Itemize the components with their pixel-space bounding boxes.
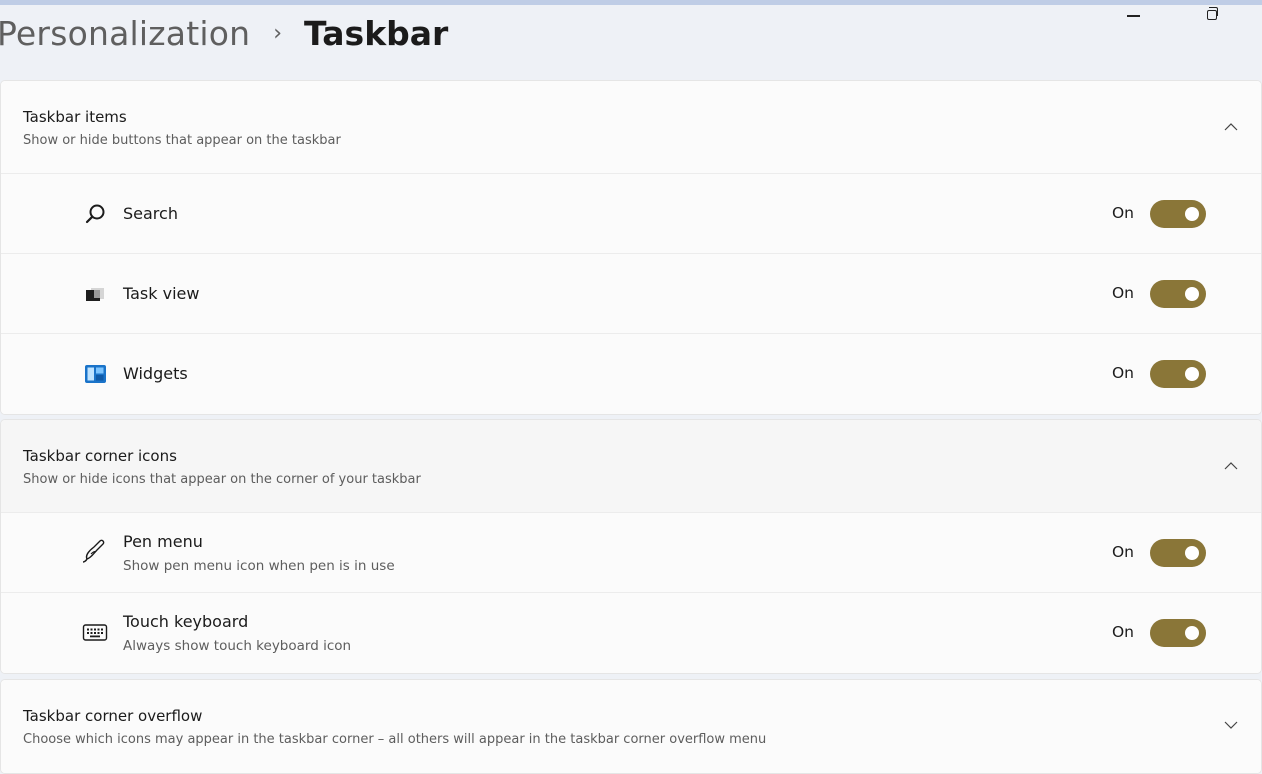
task-view-label: Task view [123, 284, 200, 303]
breadcrumb-separator: › [273, 20, 283, 46]
widgets-toggle-state: On [1111, 364, 1134, 382]
corner-overflow-header[interactable]: Taskbar corner overflow Choose which ico… [1, 680, 1261, 773]
task-view-toggle[interactable] [1150, 280, 1206, 308]
page-title: Taskbar [304, 13, 449, 53]
breadcrumb-parent-link[interactable]: Personalization [0, 14, 250, 53]
keyboard-icon [81, 619, 109, 647]
minimize-icon [1127, 15, 1140, 17]
pen-menu-toggle-state: On [1111, 543, 1134, 561]
setting-row-touch-keyboard: Touch keyboard Always show touch keyboar… [1, 593, 1261, 673]
pen-icon [81, 537, 109, 565]
pen-menu-toggle[interactable] [1150, 539, 1206, 567]
pen-menu-label: Pen menu [123, 532, 203, 551]
setting-row-search: Search On [1, 174, 1261, 254]
chevron-up-icon[interactable] [1223, 458, 1239, 474]
setting-row-pen-menu: Pen menu Show pen menu icon when pen is … [1, 513, 1261, 593]
corner-icons-header[interactable]: Taskbar corner icons Show or hide icons … [1, 420, 1261, 513]
search-label: Search [123, 204, 178, 223]
toggle-knob [1185, 367, 1199, 381]
taskbar-items-card: Taskbar items Show or hide buttons that … [0, 80, 1262, 415]
taskbar-items-header[interactable]: Taskbar items Show or hide buttons that … [1, 81, 1261, 174]
toggle-knob [1185, 287, 1199, 301]
toggle-knob [1185, 207, 1199, 221]
minimize-button[interactable] [1124, 5, 1144, 25]
restore-icon [1207, 7, 1218, 20]
corner-icons-title: Taskbar corner icons [23, 447, 177, 465]
corner-icons-card: Taskbar corner icons Show or hide icons … [0, 419, 1262, 674]
window-top-border [0, 0, 1262, 5]
toggle-knob [1185, 626, 1199, 640]
breadcrumb: Personalization › Taskbar [0, 8, 448, 58]
widgets-toggle[interactable] [1150, 360, 1206, 388]
touch-keyboard-toggle-state: On [1111, 623, 1134, 641]
toggle-knob [1185, 546, 1199, 560]
search-toggle[interactable] [1150, 200, 1206, 228]
widgets-icon [81, 360, 109, 388]
corner-overflow-description: Choose which icons may appear in the tas… [23, 732, 767, 747]
search-icon [81, 200, 109, 228]
corner-overflow-title: Taskbar corner overflow [23, 707, 203, 725]
chevron-up-icon[interactable] [1223, 119, 1239, 135]
restore-button[interactable] [1202, 5, 1222, 25]
window-controls [1124, 0, 1222, 30]
chevron-down-icon[interactable] [1223, 717, 1239, 733]
corner-icons-description: Show or hide icons that appear on the co… [23, 472, 421, 487]
pen-menu-description: Show pen menu icon when pen is in use [123, 558, 395, 574]
taskbar-items-description: Show or hide buttons that appear on the … [23, 133, 341, 148]
task-view-toggle-state: On [1111, 284, 1134, 302]
touch-keyboard-description: Always show touch keyboard icon [123, 638, 352, 654]
widgets-label: Widgets [123, 364, 188, 383]
setting-row-task-view: Task view On [1, 254, 1261, 334]
search-toggle-state: On [1111, 204, 1134, 222]
touch-keyboard-label: Touch keyboard [123, 612, 249, 631]
touch-keyboard-toggle[interactable] [1150, 619, 1206, 647]
corner-overflow-card: Taskbar corner overflow Choose which ico… [0, 679, 1262, 774]
task-view-icon [81, 280, 109, 308]
taskbar-items-title: Taskbar items [23, 108, 127, 126]
setting-row-widgets: Widgets On [1, 334, 1261, 414]
